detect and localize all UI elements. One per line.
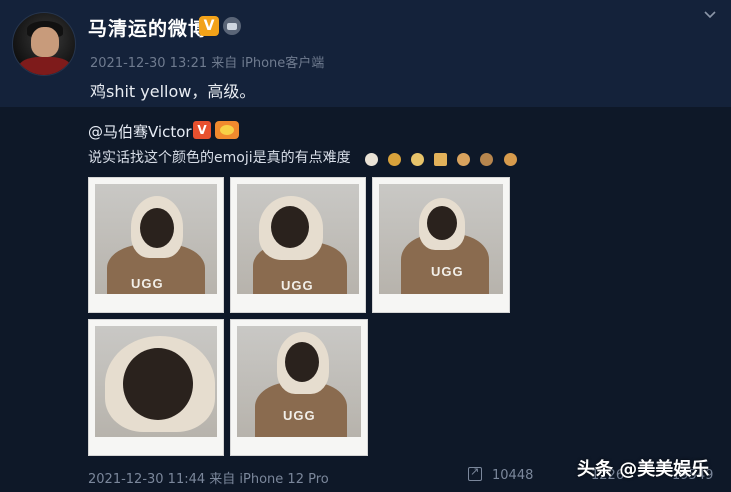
photo-4[interactable] [88,319,224,456]
photo-logo: UGG [431,264,464,279]
photo-5[interactable]: UGG [230,319,368,456]
post-time-source[interactable]: 2021-12-30 13:21 来自 iPhone客户端 [90,52,324,71]
photo-subject-head [285,342,319,382]
watermark: 头条 @美美娱乐 [577,459,710,480]
photo-subject-head [427,206,457,240]
post-text: 鸡shit yellow，高级。 [90,82,256,101]
photo-3[interactable]: UGG [372,177,510,313]
emoji-row [365,149,522,166]
photo-subject-head [271,206,309,248]
photo-1[interactable]: UGG [88,177,224,313]
member-icon [215,121,239,139]
repost-time-source[interactable]: 2021-12-30 11:44 来自 iPhone 12 Pro [88,468,329,487]
photo-2[interactable]: UGG [230,177,366,313]
verified-icon: V [199,16,219,36]
repost-count[interactable]: 10448 [492,468,533,483]
bot-icon [223,17,241,35]
photo-logo: UGG [131,276,164,291]
avatar-face [31,27,59,57]
repost-text: 说实话找这个颜色的emoji是真的有点难度 [88,150,351,166]
share-icon[interactable] [468,465,482,481]
verified-icon: V [193,121,211,139]
onion-icon [388,153,402,166]
photo-image: UGG [237,326,361,437]
repost-author[interactable]: @马伯骞Victor [88,121,192,142]
photo-image: UGG [237,184,359,294]
photo-subject-head [123,348,193,420]
author-name[interactable]: 马清运的微博 [88,14,208,41]
toast-icon [434,153,448,166]
garlic-icon [365,153,378,166]
author-avatar[interactable] [12,12,76,76]
photo-logo: UGG [281,278,314,293]
photo-logo: UGG [283,408,316,423]
avatar-shirt [19,57,71,75]
photo-image: UGG [379,184,503,294]
photo-subject-head [140,208,174,248]
photo-image: UGG [95,184,217,294]
cookie-icon [503,153,517,166]
photo-image [95,326,217,437]
chevron-down-icon[interactable] [703,8,717,22]
